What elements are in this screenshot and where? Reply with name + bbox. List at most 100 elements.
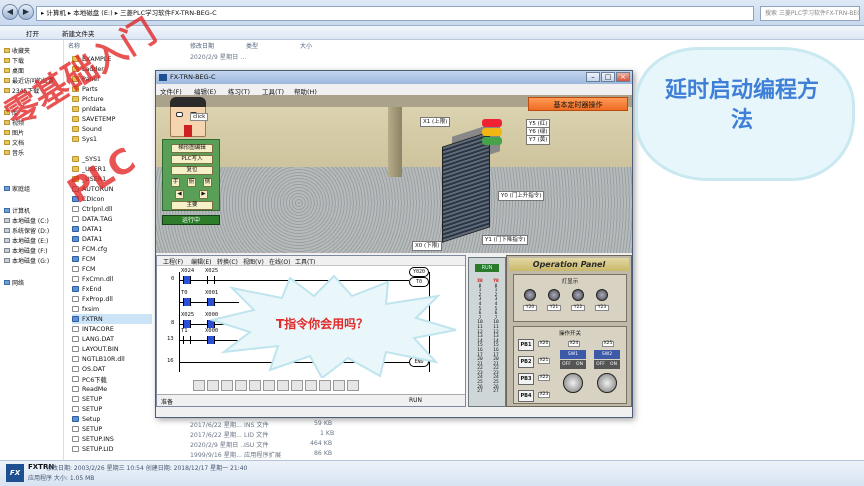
list-item[interactable]: fxsim xyxy=(72,304,99,314)
tool-invert-icon[interactable] xyxy=(333,380,345,391)
step-number: 0 xyxy=(171,276,175,282)
sidebar-item-documents[interactable]: 文档 xyxy=(4,138,24,147)
list-item[interactable]: pnldata xyxy=(72,104,106,114)
list-item-selected[interactable]: FXTRN xyxy=(72,314,152,324)
ladder-menu-online[interactable]: 在线(O) xyxy=(269,257,290,266)
ladder-menu-project[interactable]: 工程(F) xyxy=(163,257,183,266)
pb1-button[interactable]: PB1 xyxy=(518,339,534,351)
tool-instruction-icon[interactable] xyxy=(263,380,275,391)
sidebar-item-favorites[interactable]: 收藏夹 xyxy=(4,46,30,55)
list-item[interactable]: FCM xyxy=(72,254,95,264)
view-hand-button[interactable]: 手 xyxy=(171,178,180,187)
sw1-knob[interactable] xyxy=(563,373,583,393)
tool-delete-icon[interactable] xyxy=(347,380,359,391)
contact-t0[interactable] xyxy=(183,298,191,306)
sw2-knob[interactable] xyxy=(597,373,617,393)
list-item[interactable]: LANG.DAT xyxy=(72,334,114,344)
sidebar-item-network[interactable]: 网络 xyxy=(4,278,24,287)
file-icon xyxy=(72,366,79,372)
list-item[interactable]: ReadMe xyxy=(72,384,107,394)
file-icon xyxy=(72,436,79,442)
list-item[interactable]: LAYOUT.BIN xyxy=(72,344,119,354)
tool-coil-icon[interactable] xyxy=(249,380,261,391)
close-icon[interactable]: × xyxy=(616,72,630,82)
list-item[interactable]: SAVETEMP xyxy=(72,114,115,124)
ladder-edit-button[interactable]: 梯形图编辑 xyxy=(171,144,213,153)
maximize-icon[interactable]: □ xyxy=(601,72,615,82)
status-ready: 准备 xyxy=(161,399,174,406)
folder-icon xyxy=(4,140,10,145)
contact-t1[interactable] xyxy=(183,336,191,344)
pb3-button[interactable]: PB3 xyxy=(518,373,534,385)
main-button[interactable]: 主要 xyxy=(171,201,213,210)
sidebar-item-drive-c[interactable]: 本地磁盘 (C:) xyxy=(4,216,49,225)
column-type[interactable]: 类型 xyxy=(246,41,258,50)
next-arrow-icon[interactable]: ▶ xyxy=(199,190,208,199)
tool-parallel-nc-icon[interactable] xyxy=(235,380,247,391)
sidebar-item-drive-g[interactable]: 本地磁盘 (G:) xyxy=(4,256,49,265)
list-item[interactable]: PC6下载 xyxy=(72,374,107,384)
list-item[interactable]: DATA.TAG xyxy=(72,214,113,224)
tool-vline-icon[interactable] xyxy=(291,380,303,391)
list-item[interactable]: FCM xyxy=(72,264,95,274)
view-side-button[interactable]: 侧 xyxy=(203,178,212,187)
contact-x024[interactable] xyxy=(183,276,191,284)
tool-falling-icon[interactable] xyxy=(319,380,331,391)
list-item[interactable]: Sound xyxy=(72,124,102,134)
lamp-label: Y23 xyxy=(595,305,609,311)
contact-x025-b[interactable] xyxy=(183,320,191,328)
sidebar-item-drive-e[interactable]: 本地磁盘 (E:) xyxy=(4,236,48,245)
tool-contact-icon[interactable] xyxy=(193,380,205,391)
back-icon[interactable]: ◀ xyxy=(2,4,18,20)
sidebar-item-drive-f[interactable]: 本地磁盘 (F:) xyxy=(4,246,48,255)
ladder-menu-view[interactable]: 视图(V) xyxy=(243,257,264,266)
sidebar-item-music[interactable]: 音乐 xyxy=(4,148,24,157)
list-item[interactable]: SETUP.LID xyxy=(72,444,113,454)
forward-icon[interactable]: ▶ xyxy=(18,4,34,20)
minimize-icon[interactable]: – xyxy=(586,72,600,82)
list-item[interactable]: DATA1 xyxy=(72,234,102,244)
list-item[interactable]: Sys1 xyxy=(72,134,97,144)
drive-icon xyxy=(4,218,10,223)
file-icon xyxy=(72,396,79,402)
tool-contact-nc-icon[interactable] xyxy=(207,380,219,391)
list-item[interactable]: SETUP.INS xyxy=(72,434,114,444)
ladder-menu-edit[interactable]: 编辑(E) xyxy=(191,257,211,266)
list-item[interactable]: SETUP xyxy=(72,424,102,434)
tool-hline-icon[interactable] xyxy=(277,380,289,391)
prev-arrow-icon[interactable]: ◀ xyxy=(175,190,184,199)
plc-write-button[interactable]: PLC写入 xyxy=(171,155,213,164)
tool-rising-icon[interactable] xyxy=(305,380,317,391)
list-item[interactable]: FxProp.dll xyxy=(72,294,113,304)
ladder-menu-tools[interactable]: 工具(T) xyxy=(295,257,315,266)
sidebar-item-computer[interactable]: 计算机 xyxy=(4,206,30,215)
window-title-bar[interactable]: FX-TRN-BEG-C – □ × xyxy=(156,71,632,84)
column-size[interactable]: 大小 xyxy=(300,41,312,50)
folder-icon xyxy=(72,106,79,112)
pb2-button[interactable]: PB2 xyxy=(518,356,534,368)
pb4-button[interactable]: PB4 xyxy=(518,390,534,402)
list-item[interactable]: FxCmn.dll xyxy=(72,274,113,284)
sidebar-item-downloads[interactable]: 下载 xyxy=(4,56,24,65)
tool-parallel-icon[interactable] xyxy=(221,380,233,391)
list-item[interactable]: SETUP xyxy=(72,394,102,404)
list-item[interactable]: FxEnd xyxy=(72,284,101,294)
list-item[interactable]: DATA1 xyxy=(72,224,102,234)
view-top-button[interactable]: 俯 xyxy=(187,178,196,187)
list-item[interactable]: OS.DAT xyxy=(72,364,105,374)
sw2-label: SW2 xyxy=(594,350,620,359)
list-item[interactable]: INTACORE xyxy=(72,324,114,334)
list-item[interactable]: NGTLB10R.dll xyxy=(72,354,125,364)
list-item[interactable]: FCM.cfg xyxy=(72,244,107,254)
sidebar-item-homegroup[interactable]: 家庭组 xyxy=(4,184,30,193)
sidebar-item-drive-d[interactable]: 系统保留 (D:) xyxy=(4,226,49,235)
reset-button[interactable]: 复位 xyxy=(171,166,213,175)
detail-date: 1999/9/16 星期... xyxy=(190,452,242,459)
list-item[interactable]: SETUP xyxy=(72,404,102,414)
open-button[interactable]: 打开 xyxy=(26,28,39,38)
list-item[interactable]: Setup xyxy=(72,414,100,424)
sidebar-item-desktop[interactable]: 桌面 xyxy=(4,66,24,75)
search-input[interactable]: 搜索 三菱PLC学习软件FX-TRN-BEG-C xyxy=(760,6,860,21)
column-date[interactable]: 修改日期 xyxy=(190,41,214,50)
ladder-menu-convert[interactable]: 转换(C) xyxy=(217,257,238,266)
